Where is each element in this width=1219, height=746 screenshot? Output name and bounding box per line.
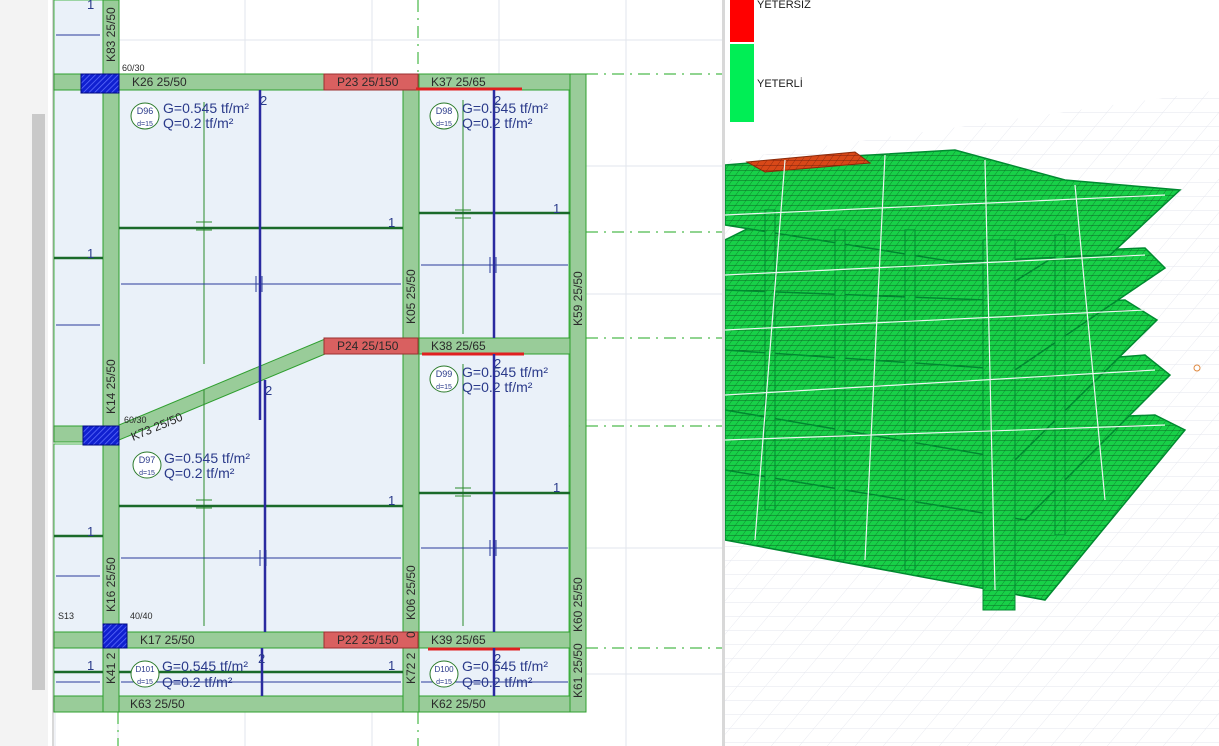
beam-k17-k39 bbox=[53, 631, 587, 649]
slab-live-load: Q=0.2 tf/m² bbox=[462, 379, 533, 395]
slab-thickness: d=15 bbox=[137, 679, 153, 686]
column-mid bbox=[82, 425, 120, 446]
beam-label-k63: K63 25/50 bbox=[130, 697, 185, 711]
strip-label-1: 1 bbox=[388, 658, 395, 673]
slab-d99: D99 d=15 G=0.545 tf/m² Q=0.2 tf/m² bbox=[429, 364, 548, 395]
slab-dead-load: G=0.545 tf/m² bbox=[462, 658, 548, 674]
beam-label-k06: K06 25/50 bbox=[404, 565, 418, 620]
3d-model-view[interactable]: YETERSİZ YETERLİ bbox=[725, 0, 1219, 746]
beam-label-k38: K38 25/65 bbox=[431, 339, 486, 353]
strip-label-2: 2 bbox=[494, 356, 501, 371]
legend-label-sufficient: YETERLİ bbox=[757, 77, 803, 90]
beam-label-k61: K61 25/50 bbox=[571, 643, 585, 698]
beam-label-k17: K17 25/50 bbox=[140, 633, 195, 647]
strip-label-1: 1 bbox=[87, 246, 94, 261]
slab-id: D96 bbox=[137, 106, 154, 116]
slab-thickness: d=15 bbox=[436, 384, 452, 391]
slab-live-load: Q=0.2 tf/m² bbox=[164, 465, 235, 481]
strip-label-2: 2 bbox=[494, 651, 501, 666]
3d-canvas[interactable]: YETERSİZ YETERLİ bbox=[725, 0, 1219, 746]
beam-label-k37: K37 25/65 bbox=[431, 75, 486, 89]
strip-label-1: 1 bbox=[87, 658, 94, 673]
plan-view[interactable]: K26 25/50 P23 25/150 K37 25/65 P24 25/15… bbox=[0, 0, 724, 746]
strip-label-1: 1 bbox=[388, 215, 395, 230]
beam-label-p22: P22 25/150 bbox=[337, 633, 399, 647]
legend-swatch-sufficient bbox=[730, 44, 754, 122]
slab-d101: D101 d=15 G=0.545 tf/m² Q=0.2 tf/m² bbox=[130, 658, 248, 690]
plan-vertical-scrollbar-thumb[interactable] bbox=[32, 114, 45, 690]
column-bottom bbox=[102, 623, 128, 649]
strip-label-1: 1 bbox=[87, 0, 94, 12]
slab-thickness: d=15 bbox=[139, 470, 155, 477]
beam-label-k59: K59 25/50 bbox=[571, 271, 585, 326]
slab-id: D101 bbox=[135, 665, 155, 674]
beam-label-k16: K16 25/50 bbox=[104, 557, 118, 612]
beam-label-k83: K83 25/50 bbox=[104, 7, 118, 62]
slab-d97: D97 d=15 G=0.545 tf/m² Q=0.2 tf/m² bbox=[132, 450, 250, 481]
slab-d98: D98 d=15 G=0.545 tf/m² Q=0.2 tf/m² bbox=[429, 100, 548, 131]
beam-label-k14: K14 25/50 bbox=[104, 359, 118, 414]
slab-dead-load: G=0.545 tf/m² bbox=[462, 100, 548, 116]
slab-d100: D100 d=15 G=0.545 tf/m² Q=0.2 tf/m² bbox=[429, 658, 548, 690]
beam-label-k39: K39 25/65 bbox=[431, 633, 486, 647]
slab-thickness: d=15 bbox=[436, 121, 452, 128]
slab-dead-load: G=0.545 tf/m² bbox=[462, 364, 548, 380]
slab-id: D99 bbox=[436, 369, 453, 379]
slab-live-load: Q=0.2 tf/m² bbox=[163, 115, 234, 131]
slab-dead-load: G=0.545 tf/m² bbox=[164, 450, 250, 466]
slab-id: D100 bbox=[434, 665, 454, 674]
strip-label-2: 2 bbox=[265, 383, 272, 398]
strip-label-2: 2 bbox=[258, 651, 265, 666]
slab-thickness: d=15 bbox=[137, 121, 153, 128]
column-size-top: 60/30 bbox=[122, 63, 145, 73]
strip-label-1: 1 bbox=[87, 524, 94, 539]
beam-label-p23: P23 25/150 bbox=[337, 75, 399, 89]
beam-label-cut: 0 bbox=[404, 631, 418, 638]
slab-thickness: d=15 bbox=[436, 679, 452, 686]
slab-id: D98 bbox=[436, 106, 453, 116]
beam-label-k72: K72 2 bbox=[404, 652, 418, 684]
strip-label-1: 1 bbox=[553, 201, 560, 216]
legend-swatch-insufficient bbox=[730, 0, 754, 42]
legend: YETERSİZ YETERLİ bbox=[730, 0, 811, 122]
slab-id: D97 bbox=[139, 455, 156, 465]
axis-label-s13: S13 bbox=[58, 611, 74, 621]
column-size-mid: 60/30 bbox=[124, 415, 147, 425]
strip-label-1: 1 bbox=[553, 480, 560, 495]
slab-live-load: Q=0.2 tf/m² bbox=[162, 674, 233, 690]
strip-label-1: 1 bbox=[388, 493, 395, 508]
strip-label-2: 2 bbox=[260, 93, 267, 108]
slab-dead-load: G=0.545 tf/m² bbox=[163, 100, 249, 116]
slab-live-load: Q=0.2 tf/m² bbox=[462, 674, 533, 690]
slab-live-load: Q=0.2 tf/m² bbox=[462, 115, 533, 131]
beam-label-k26: K26 25/50 bbox=[132, 75, 187, 89]
beam-label-p24: P24 25/150 bbox=[337, 339, 399, 353]
column-top bbox=[80, 73, 120, 94]
legend-label-insufficient: YETERSİZ bbox=[757, 0, 811, 11]
plan-canvas[interactable]: K26 25/50 P23 25/150 K37 25/65 P24 25/15… bbox=[0, 0, 724, 746]
slab-dead-load: G=0.545 tf/m² bbox=[162, 658, 248, 674]
beam-label-k41: K41 2 bbox=[104, 652, 118, 684]
column-size-bottom: 40/40 bbox=[130, 611, 153, 621]
slab-d96: D96 d=15 G=0.545 tf/m² Q=0.2 tf/m² bbox=[130, 100, 249, 131]
beam-label-k60: K60 25/50 bbox=[571, 577, 585, 632]
beam-label-k62: K62 25/50 bbox=[431, 697, 486, 711]
beam-label-k05: K05 25/50 bbox=[404, 269, 418, 324]
strip-label-2: 2 bbox=[494, 93, 501, 108]
